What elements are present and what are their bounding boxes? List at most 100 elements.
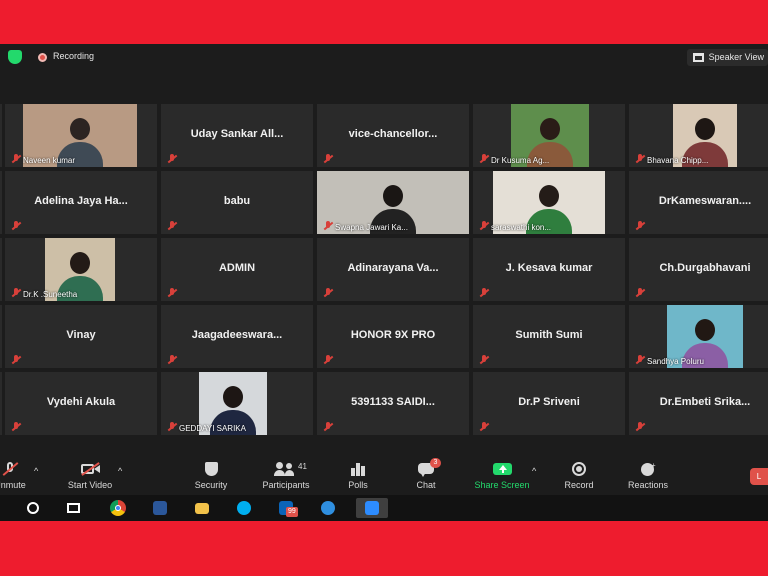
file-explorer-app[interactable] xyxy=(190,498,214,518)
muted-mic-icon xyxy=(167,288,177,298)
chrome-app[interactable] xyxy=(106,498,130,518)
leave-button[interactable]: L xyxy=(750,468,768,485)
windows-start-button[interactable] xyxy=(22,498,46,518)
zoom-window: Recording Speaker View Naveen kumar Uday … xyxy=(0,44,768,521)
participant-tile[interactable]: Sandhya Poluru xyxy=(629,305,768,368)
participant-tile[interactable]: ADMIN xyxy=(161,238,313,301)
participant-tile[interactable]: 5391133 SAIDI... xyxy=(317,372,469,435)
participant-tile[interactable]: vice-chancellor... xyxy=(317,104,469,167)
participant-name: J. Kesava kumar xyxy=(505,262,593,274)
share-options-caret[interactable]: ^ xyxy=(532,466,536,476)
speaker-view-button[interactable]: Speaker View xyxy=(686,49,768,66)
participant-name: Dr Kusuma Ag... xyxy=(491,156,550,165)
participant-tile[interactable]: Swapna Jawari Ka... xyxy=(317,171,469,234)
security-button[interactable]: Security xyxy=(190,456,232,500)
muted-mic-icon xyxy=(635,355,645,365)
reactions-button[interactable]: + Reactions xyxy=(624,456,672,500)
participant-tile[interactable]: Vydehi Akula xyxy=(5,372,157,435)
meeting-top-bar: Recording Speaker View xyxy=(0,44,768,70)
audio-options-caret[interactable]: ^ xyxy=(34,466,38,476)
chat-badge: 3 xyxy=(430,458,441,468)
participant-name: Uday Sankar All... xyxy=(190,128,284,140)
skype-app[interactable] xyxy=(232,498,256,518)
polls-label: Polls xyxy=(348,480,368,490)
participant-tile[interactable]: Dr.K .Suneetha xyxy=(5,238,157,301)
edge-tile xyxy=(0,171,2,234)
muted-mic-icon xyxy=(11,154,21,164)
participants-label: Participants xyxy=(262,480,310,490)
participants-count: 41 xyxy=(298,462,307,471)
participant-tile[interactable]: Vinay xyxy=(5,305,157,368)
participant-tile[interactable]: Dr.Embeti Srika... xyxy=(629,372,768,435)
participant-tile[interactable]: Ch.Durgabhavani xyxy=(629,238,768,301)
start-video-button[interactable]: Start Video xyxy=(62,456,118,500)
muted-mic-icon xyxy=(479,288,489,298)
muted-mic-icon xyxy=(479,355,489,365)
record-dot-icon xyxy=(38,53,47,62)
windows-taskbar: 99 xyxy=(0,495,768,521)
unmute-button[interactable]: Unmute xyxy=(0,456,30,500)
speaker-view-label: Speaker View xyxy=(708,52,764,62)
participant-tile[interactable]: Naveen kumar xyxy=(5,104,157,167)
participant-tile[interactable]: babu xyxy=(161,171,313,234)
record-label: Record xyxy=(564,480,594,490)
participant-name: Bhavana Chipp... xyxy=(647,156,709,165)
muted-mic-icon xyxy=(11,221,21,231)
participant-tile[interactable]: Adelina Jaya Ha... xyxy=(5,171,157,234)
start-video-label: Start Video xyxy=(67,480,113,490)
participants-button[interactable]: 41 Participants xyxy=(255,456,317,500)
outlook-app[interactable]: 99 xyxy=(274,498,298,518)
participants-icon: 41 xyxy=(274,462,307,476)
participant-name: DrKameswaran.... xyxy=(658,195,752,207)
participant-name: babu xyxy=(223,195,251,207)
participant-tile[interactable]: DrKameswaran.... xyxy=(629,171,768,234)
zoom-app[interactable] xyxy=(356,498,388,518)
participant-tile[interactable]: Adinarayana Va... xyxy=(317,238,469,301)
polls-icon xyxy=(349,462,367,476)
polls-button[interactable]: Polls xyxy=(340,456,376,500)
participant-tile[interactable]: saraswathi kon... xyxy=(473,171,625,234)
muted-mic-icon xyxy=(167,221,177,231)
zoom-icon xyxy=(365,501,379,515)
participant-tile[interactable]: Bhavana Chipp... xyxy=(629,104,768,167)
meeting-toolbar: Unmute ^ Start Video ^ Security xyxy=(0,456,768,500)
muted-mic-icon xyxy=(11,422,21,432)
outlook-badge: 99 xyxy=(286,507,298,517)
word-app[interactable] xyxy=(148,498,172,518)
participant-tile[interactable]: Dr Kusuma Ag... xyxy=(473,104,625,167)
shield-icon[interactable] xyxy=(8,50,22,64)
participant-tile[interactable]: Jaagadeeswara... xyxy=(161,305,313,368)
muted-mic-icon xyxy=(323,288,333,298)
participant-name: Naveen kumar xyxy=(23,156,76,165)
muted-mic-icon xyxy=(635,221,645,231)
participant-name: saraswathi kon... xyxy=(491,223,552,232)
participant-tile[interactable]: GEDDAYI SARIKA xyxy=(161,372,313,435)
chat-label: Chat xyxy=(416,480,436,490)
edge-tile xyxy=(0,372,2,435)
edge-tile xyxy=(0,238,2,301)
participant-tile[interactable]: Sumith Sumi xyxy=(473,305,625,368)
participant-gallery: Naveen kumar Uday Sankar All... vice-chanc… xyxy=(0,104,768,436)
grid-view-icon xyxy=(692,53,704,62)
participant-name: Adelina Jaya Ha... xyxy=(34,195,128,207)
recording-label: Recording xyxy=(53,51,95,61)
chat-button[interactable]: 3 Chat xyxy=(408,456,444,500)
video-options-caret[interactable]: ^ xyxy=(118,466,122,476)
record-button[interactable]: Record xyxy=(560,456,598,500)
muted-mic-icon xyxy=(479,221,489,231)
muted-mic-icon xyxy=(479,422,489,432)
task-view-icon xyxy=(67,503,80,513)
windows-start-icon xyxy=(27,502,39,514)
muted-mic-icon xyxy=(635,422,645,432)
share-screen-button[interactable]: Share Screen xyxy=(470,456,534,500)
participant-tile[interactable]: Dr.P Sriveni xyxy=(473,372,625,435)
reactions-label: Reactions xyxy=(627,480,669,490)
participant-tile[interactable]: J. Kesava kumar xyxy=(473,238,625,301)
participant-tile[interactable]: Uday Sankar All... xyxy=(161,104,313,167)
participant-tile[interactable]: HONOR 9X PRO xyxy=(317,305,469,368)
edge-app[interactable] xyxy=(316,498,340,518)
task-view-button[interactable] xyxy=(62,498,86,518)
muted-mic-icon xyxy=(635,288,645,298)
participant-name: Ch.Durgabhavani xyxy=(659,262,751,274)
muted-mic-icon xyxy=(323,355,333,365)
